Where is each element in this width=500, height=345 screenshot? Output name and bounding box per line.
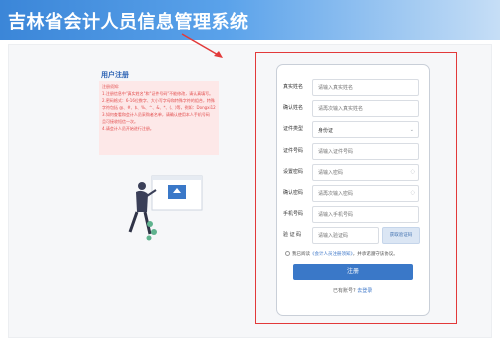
register-button[interactable]: 注册 [293, 264, 413, 280]
login-prompt: 已有账号? [333, 288, 356, 294]
annotation-arrow-icon [181, 33, 223, 58]
chevron-down-icon: ⌄ [409, 127, 414, 133]
id-number-label: 证件号码 [283, 148, 304, 154]
registration-notice: 注册须知: 1.注册信息中"真实姓名"和"证件号码"不能修改，请认真填写。 2.… [99, 81, 219, 155]
id-number-row: 证件号码 [283, 143, 419, 160]
terms-link[interactable]: 《会计人员注册须知》 [310, 252, 353, 257]
notice-line: 且可接收短信一次。 [102, 119, 138, 124]
real-name-input[interactable] [312, 79, 419, 96]
login-link[interactable]: 去登录 [357, 288, 372, 294]
agree-suffix: ，并承诺遵守该协议。 [352, 252, 398, 257]
verification-row: 验 证 码 获取验证码 [283, 227, 420, 244]
notice-line: 1.注册信息中"真实姓名"和"证件号码"不能修改，请认真填写。 [102, 91, 214, 96]
id-type-label: 证件类型 [283, 126, 304, 132]
agree-prefix: 我已阅读 [292, 252, 310, 257]
real-name-row: 真实姓名 [283, 79, 419, 96]
notice-line: 3.如何查看和会计人员采购者名单，请确认使用本人手机号码 [102, 112, 210, 117]
verification-code-input[interactable] [312, 227, 379, 244]
eye-toggle-icon[interactable]: ◌ [411, 190, 415, 196]
id-type-value: 身份证 [318, 128, 334, 134]
notice-line: 4.请会计人员开始进行注册。 [102, 126, 154, 131]
password-input[interactable] [312, 164, 419, 181]
password-row: 设置密码 ◌ [283, 164, 419, 181]
password-label: 设置密码 [283, 169, 304, 175]
register-heading: 用户注册 [101, 71, 129, 79]
confirm-name-input[interactable] [312, 100, 419, 117]
agreement-line: 我已阅读《会计人员注册须知》，并承诺遵守该协议。 [285, 251, 398, 257]
notice-line: 注册须知: [102, 84, 120, 89]
confirm-password-label: 确认密码 [283, 190, 304, 196]
id-type-select[interactable]: 身份证 ⌄ [312, 121, 419, 138]
get-code-button[interactable]: 获取验证码 [382, 227, 420, 244]
verification-label: 验 证 码 [283, 232, 302, 238]
login-prompt-line: 已有账号? 去登录 [333, 287, 372, 294]
confirm-name-row: 确认姓名 [283, 100, 419, 117]
person-head-icon [138, 182, 146, 190]
id-type-row: 证件类型 身份证 ⌄ [283, 121, 419, 138]
id-number-input[interactable] [312, 143, 419, 160]
phone-input[interactable] [312, 206, 419, 223]
phone-row: 手机号码 [283, 206, 419, 223]
site-title: 吉林省会计人员信息管理系统 [8, 12, 249, 33]
real-name-label: 真实姓名 [283, 84, 304, 90]
confirm-password-row: 确认密码 ◌ [283, 185, 419, 202]
agree-checkbox[interactable] [285, 251, 290, 256]
notice-line: 2.密码格式：6-16位数字、大小写字母和特殊字符的组合，特殊 [102, 98, 215, 103]
confirm-name-label: 确认姓名 [283, 105, 304, 111]
eye-toggle-icon[interactable]: ◌ [411, 169, 415, 175]
phone-label: 手机号码 [283, 211, 304, 217]
notice-line: 字符包括 @、#、$、%、^、&、*、(、)等，例如：Dongxi123@ [102, 105, 216, 110]
confirm-password-input[interactable] [312, 185, 419, 202]
header-banner: 吉林省会计人员信息管理系统 [0, 0, 500, 40]
upload-illustration [128, 175, 203, 241]
